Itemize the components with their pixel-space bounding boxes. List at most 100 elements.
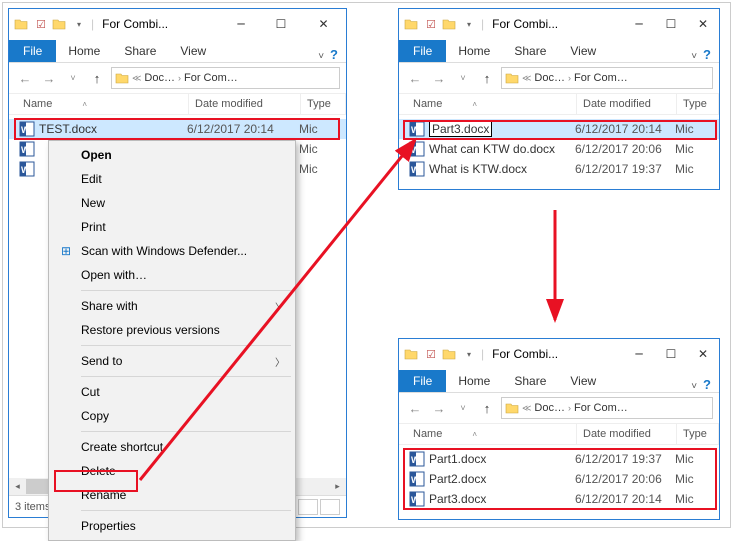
header-type[interactable]: Type — [677, 94, 719, 114]
file-type: Mic — [675, 142, 719, 156]
nav-history-icon[interactable]: ˅ — [63, 73, 83, 83]
ctx-shortcut[interactable]: Create shortcut — [51, 435, 293, 459]
header-name[interactable]: Name˄ — [407, 424, 577, 444]
help-icon[interactable]: ? — [703, 47, 719, 62]
table-row[interactable]: WWhat is KTW.docx 6/12/2017 19:37 Mic — [399, 159, 719, 179]
qat-dropdown-icon[interactable]: ▾ — [459, 350, 479, 359]
ctx-cut[interactable]: Cut — [51, 380, 293, 404]
qat-newfolder-icon[interactable] — [441, 16, 457, 32]
tab-file[interactable]: File — [9, 40, 56, 62]
table-row[interactable]: W Part3.docx 6/12/2017 20:14 Mic — [399, 119, 719, 139]
header-date[interactable]: Date modified — [577, 94, 677, 114]
nav-up-icon[interactable]: ↑ — [477, 401, 497, 416]
file-type: Mic — [675, 472, 719, 486]
file-type: Mic — [675, 492, 719, 506]
help-icon[interactable]: ? — [330, 47, 346, 62]
header-date[interactable]: Date modified — [577, 424, 677, 444]
ribbon-collapse-icon[interactable]: ˅ — [318, 51, 330, 62]
qat-properties-icon[interactable]: ☑ — [421, 18, 441, 31]
tab-file[interactable]: File — [399, 370, 446, 392]
ctx-openwith[interactable]: Open with… — [51, 263, 293, 287]
tab-view[interactable]: View — [168, 40, 218, 62]
tab-home[interactable]: Home — [446, 40, 502, 62]
ribbon-collapse-icon[interactable]: ˅ — [691, 381, 703, 392]
nav-history-icon[interactable]: ˅ — [453, 403, 473, 413]
ctx-delete[interactable]: Delete — [51, 459, 293, 483]
ctx-sharewith[interactable]: Share with〉 — [51, 294, 293, 318]
file-name: TEST.docx — [39, 122, 97, 136]
header-type[interactable]: Type — [677, 424, 719, 444]
nav-back-icon[interactable]: ← — [405, 71, 425, 86]
ctx-copy[interactable]: Copy — [51, 404, 293, 428]
minimize-button[interactable]: ─ — [221, 10, 261, 38]
svg-text:W: W — [21, 125, 30, 135]
ribbon-collapse-icon[interactable]: ˅ — [691, 51, 703, 62]
maximize-button[interactable]: ☐ — [261, 10, 301, 38]
qat-newfolder-icon[interactable] — [51, 16, 67, 32]
rename-input[interactable]: Part3.docx — [429, 121, 492, 137]
docx-icon: W — [409, 471, 425, 487]
ctx-properties[interactable]: Properties — [51, 514, 293, 538]
ribbon-tabs: File Home Share View ˅ ? — [9, 39, 346, 63]
nav-row: ← → ˅ ↑ ≪ Doc… › For Com… — [399, 393, 719, 423]
table-row[interactable]: WPart1.docx 6/12/2017 19:37 Mic — [399, 449, 719, 469]
help-icon[interactable]: ? — [703, 377, 719, 392]
nav-up-icon[interactable]: ↑ — [87, 71, 107, 86]
close-button[interactable]: ✕ — [687, 10, 719, 38]
close-button[interactable]: ✕ — [301, 10, 346, 38]
minimize-button[interactable]: ─ — [623, 340, 655, 368]
ctx-edit[interactable]: Edit — [51, 167, 293, 191]
scroll-right-icon[interactable]: ▸ — [329, 478, 346, 495]
context-menu: Open Edit New Print ⊞ Scan with Windows … — [48, 140, 296, 541]
crumb-seg[interactable]: Doc… — [141, 72, 178, 84]
tab-home[interactable]: Home — [56, 40, 112, 62]
close-button[interactable]: ✕ — [687, 340, 719, 368]
nav-up-icon[interactable]: ↑ — [477, 71, 497, 86]
qat-dropdown-icon[interactable]: ▾ — [69, 20, 89, 29]
ctx-print[interactable]: Print — [51, 215, 293, 239]
svg-text:W: W — [21, 145, 30, 155]
file-date: 6/12/2017 20:06 — [575, 472, 675, 486]
header-type[interactable]: Type — [301, 94, 346, 114]
header-name[interactable]: Name˄ — [17, 94, 189, 114]
file-date: 6/12/2017 19:37 — [575, 452, 675, 466]
table-row[interactable]: WPart2.docx 6/12/2017 20:06 Mic — [399, 469, 719, 489]
address-bar[interactable]: ≪ Doc… › For Com… — [501, 67, 713, 89]
header-date[interactable]: Date modified — [189, 94, 301, 114]
maximize-button[interactable]: ☐ — [655, 340, 687, 368]
table-row[interactable]: WPart3.docx 6/12/2017 20:14 Mic — [399, 489, 719, 509]
nav-back-icon[interactable]: ← — [405, 401, 425, 416]
tab-share[interactable]: Share — [502, 40, 558, 62]
ctx-open[interactable]: Open — [51, 143, 293, 167]
ctx-sendto[interactable]: Send to〉 — [51, 349, 293, 373]
qat-dropdown-icon[interactable]: ▾ — [459, 20, 479, 29]
table-row[interactable]: W TEST.docx 6/12/2017 20:14 Mic — [9, 119, 346, 139]
view-large-icon[interactable] — [320, 499, 340, 515]
tab-view[interactable]: View — [558, 370, 608, 392]
maximize-button[interactable]: ☐ — [655, 10, 687, 38]
tab-share[interactable]: Share — [502, 370, 558, 392]
view-details-icon[interactable] — [298, 499, 318, 515]
nav-back-icon[interactable]: ← — [15, 71, 35, 86]
ctx-new[interactable]: New — [51, 191, 293, 215]
address-bar[interactable]: ≪ Doc… › For Com… — [501, 397, 713, 419]
chevron-right-icon[interactable]: ≪ — [132, 73, 141, 84]
header-name[interactable]: Name˄ — [407, 94, 577, 114]
qat-newfolder-icon[interactable] — [441, 346, 457, 362]
file-type: Mic — [299, 162, 346, 176]
tab-file[interactable]: File — [399, 40, 446, 62]
ctx-rename[interactable]: Rename — [51, 483, 293, 507]
crumb-seg[interactable]: For Com… — [181, 72, 241, 84]
address-bar[interactable]: ≪ Doc… › For Com… — [111, 67, 340, 89]
ctx-defender[interactable]: ⊞ Scan with Windows Defender... — [51, 239, 293, 263]
scroll-left-icon[interactable]: ◂ — [9, 478, 26, 495]
minimize-button[interactable]: ─ — [623, 10, 655, 38]
qat-properties-icon[interactable]: ☑ — [421, 348, 441, 361]
ctx-restore[interactable]: Restore previous versions — [51, 318, 293, 342]
tab-share[interactable]: Share — [112, 40, 168, 62]
tab-home[interactable]: Home — [446, 370, 502, 392]
qat-properties-icon[interactable]: ☑ — [31, 18, 51, 31]
tab-view[interactable]: View — [558, 40, 608, 62]
nav-history-icon[interactable]: ˅ — [453, 73, 473, 83]
table-row[interactable]: WWhat can KTW do.docx 6/12/2017 20:06 Mi… — [399, 139, 719, 159]
